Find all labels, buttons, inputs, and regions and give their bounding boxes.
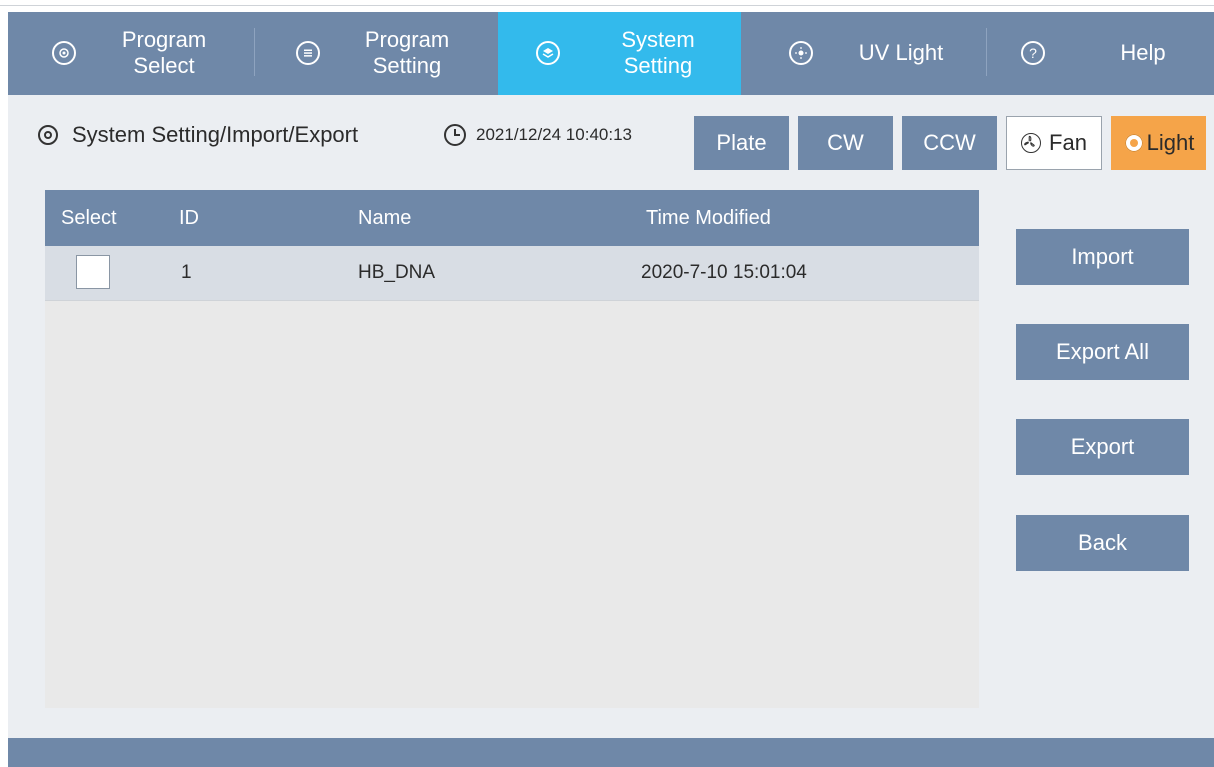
light-button[interactable]: Light — [1111, 116, 1206, 170]
table-body: 1 HB_DNA 2020-7-10 15:01:04 — [45, 246, 979, 708]
datetime-text: 2021/12/24 10:40:13 — [476, 125, 632, 144]
tab-program-setting[interactable]: Program Setting — [255, 12, 498, 95]
column-header-name: Name — [358, 207, 412, 229]
fan-button[interactable]: Fan — [1006, 116, 1102, 170]
column-header-select: Select — [61, 207, 117, 229]
breadcrumb-text: System Setting/Import/Export — [72, 122, 359, 147]
export-all-button[interactable]: Export All — [1016, 324, 1189, 380]
tab-system-setting[interactable]: System Setting — [498, 12, 741, 95]
tab-label: System Setting — [621, 27, 695, 78]
crosshair-icon — [52, 41, 76, 65]
tab-help[interactable]: ? Help — [987, 12, 1214, 95]
tab-label: Help — [1120, 40, 1166, 65]
tab-program-select[interactable]: Program Select — [8, 12, 253, 95]
tab-uv-light[interactable]: UV Light — [741, 12, 985, 95]
export-button[interactable]: Export — [1016, 419, 1189, 475]
ccw-button[interactable]: CCW — [902, 116, 997, 170]
clock-icon — [444, 124, 466, 146]
top-navigation-bar: Program Select Program Setting System Setti… — [8, 12, 1214, 95]
plate-button[interactable]: Plate — [694, 116, 789, 170]
fan-label: Fan — [1049, 130, 1087, 155]
tab-label: UV Light — [858, 40, 944, 65]
fan-icon — [1021, 133, 1042, 153]
column-header-time-modified: Time Modified — [646, 207, 771, 229]
row-select-checkbox[interactable] — [76, 255, 110, 289]
list-icon — [296, 41, 320, 65]
location-icon — [38, 125, 58, 145]
sun-icon — [789, 41, 813, 65]
column-header-id: ID — [179, 207, 199, 229]
light-icon — [1122, 132, 1145, 154]
cell-id: 1 — [181, 262, 192, 283]
back-button[interactable]: Back — [1016, 515, 1189, 571]
table-row[interactable]: 1 HB_DNA 2020-7-10 15:01:04 — [45, 246, 979, 301]
layers-icon — [536, 41, 560, 65]
footer-bar — [8, 738, 1214, 767]
breadcrumb: System Setting/Import/Export — [38, 122, 358, 148]
table-header: Select ID Name Time Modified — [45, 190, 979, 246]
cw-button[interactable]: CW — [798, 116, 893, 170]
cell-name: HB_DNA — [358, 262, 436, 283]
cell-time-modified: 2020-7-10 15:01:04 — [641, 262, 807, 283]
import-button[interactable]: Import — [1016, 229, 1189, 285]
top-divider — [0, 5, 1214, 6]
tab-label: Program Setting — [364, 27, 450, 78]
light-label: Light — [1146, 130, 1195, 155]
tab-label: Program Select — [121, 27, 207, 78]
datetime-display: 2021/12/24 10:40:13 — [444, 122, 632, 148]
help-icon: ? — [1021, 41, 1045, 65]
